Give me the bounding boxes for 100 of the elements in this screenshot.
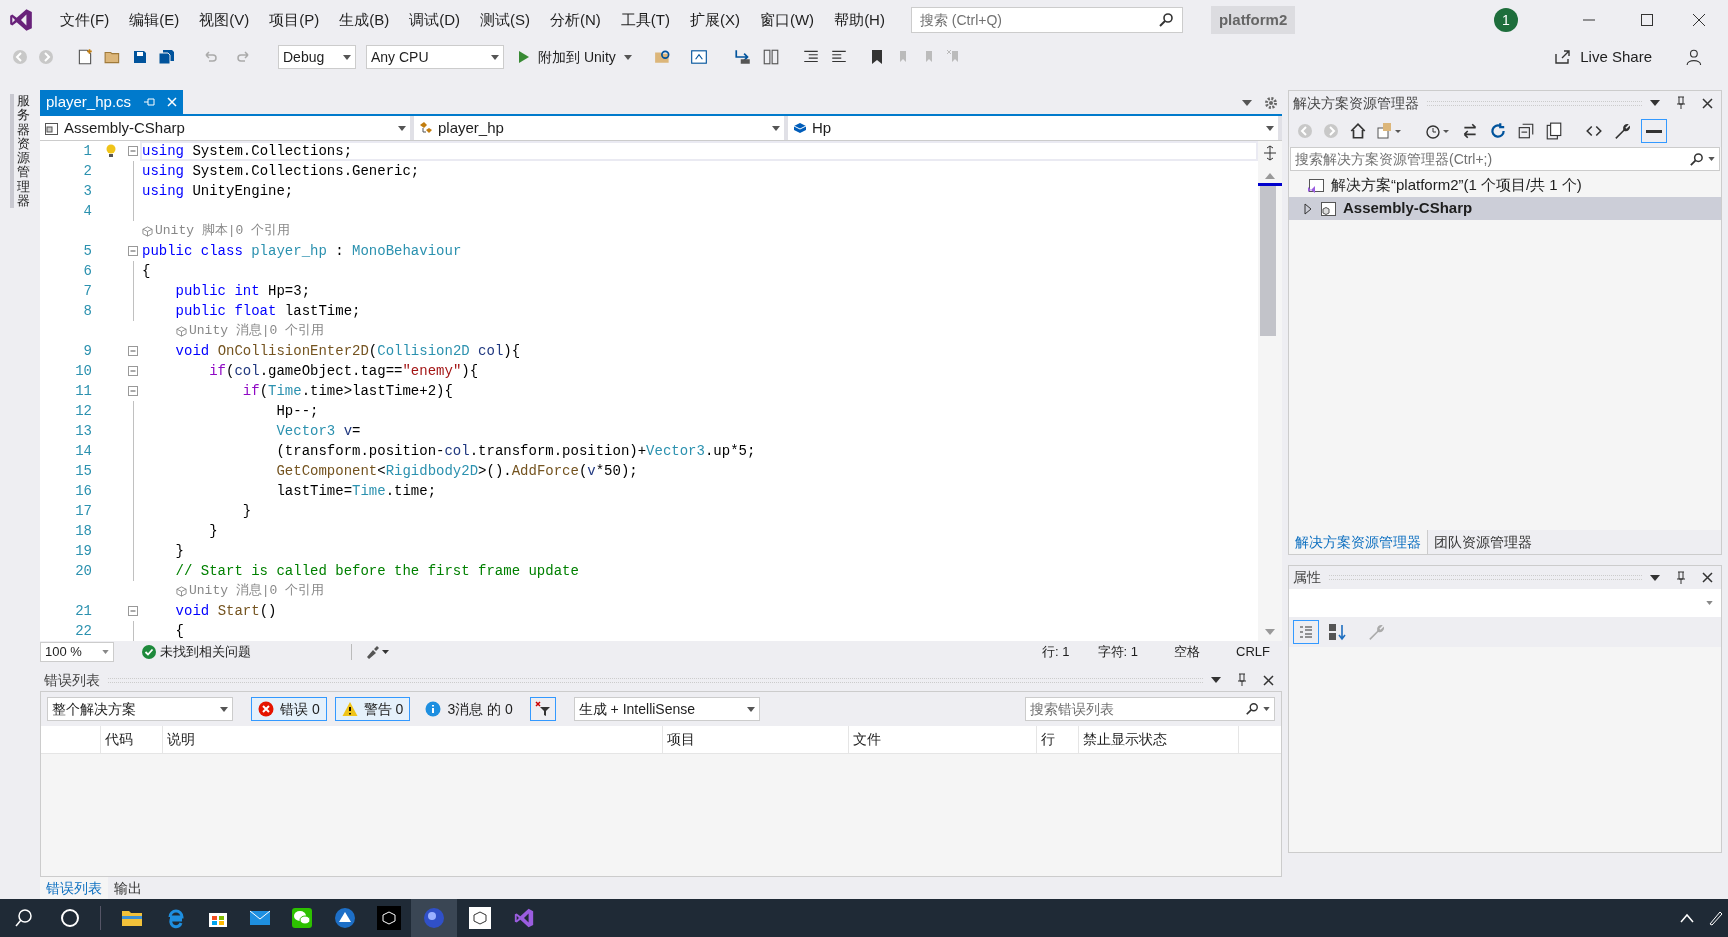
scroll-up-icon[interactable] bbox=[1265, 173, 1275, 179]
sort-alphabetical-icon[interactable] bbox=[1327, 623, 1347, 641]
error-filter-toggle[interactable]: 警告 0 bbox=[334, 697, 411, 721]
lightbulb-icon[interactable] bbox=[106, 144, 116, 158]
menu-item[interactable]: 项目(P) bbox=[259, 8, 330, 32]
panel-tab[interactable]: 团队资源管理器 bbox=[1428, 530, 1538, 554]
column-header[interactable]: 项目 bbox=[663, 726, 849, 753]
settings-icon[interactable] bbox=[1264, 96, 1278, 110]
menu-item[interactable]: 工具(T) bbox=[610, 8, 680, 32]
source-dropdown[interactable]: 生成 + IntelliSense bbox=[573, 697, 760, 721]
menu-item[interactable]: 帮助(H) bbox=[824, 8, 895, 32]
menu-item[interactable]: 文件(F) bbox=[50, 8, 120, 32]
collapse-icon[interactable] bbox=[128, 246, 138, 256]
close-icon[interactable] bbox=[1702, 572, 1713, 583]
configuration-dropdown[interactable]: Debug bbox=[278, 45, 356, 69]
panel-tab[interactable]: 输出 bbox=[108, 877, 148, 899]
scroll-down-icon[interactable] bbox=[1265, 629, 1275, 635]
dropdown-caret-icon[interactable] bbox=[1242, 100, 1252, 106]
panel-tab[interactable]: 错误列表 bbox=[40, 877, 108, 899]
new-file-icon[interactable] bbox=[76, 48, 94, 66]
menu-item[interactable]: 测试(S) bbox=[470, 8, 540, 32]
maximize-icon[interactable] bbox=[1640, 13, 1654, 27]
sync-icon[interactable] bbox=[1461, 122, 1479, 140]
menu-item[interactable]: 扩展(X) bbox=[679, 8, 750, 32]
server-explorer-tab[interactable]: 服务器资源管理器 bbox=[10, 94, 30, 209]
mail-icon[interactable] bbox=[249, 909, 271, 927]
codelens-link[interactable]: Unity 消息|0 个引用 bbox=[189, 581, 325, 601]
collapse-icon[interactable] bbox=[128, 346, 138, 356]
error-search-box[interactable]: 搜索错误列表 bbox=[1025, 697, 1275, 721]
history-icon[interactable] bbox=[1425, 122, 1451, 140]
close-icon[interactable] bbox=[1692, 13, 1706, 27]
collapse-all-icon[interactable] bbox=[1517, 122, 1535, 140]
visual-studio-icon[interactable] bbox=[513, 907, 535, 929]
column-header[interactable]: 文件 bbox=[849, 726, 1037, 753]
split-editor-icon[interactable] bbox=[1262, 145, 1278, 161]
pin-icon[interactable] bbox=[1676, 570, 1686, 585]
dropdown-caret-icon[interactable] bbox=[1650, 574, 1660, 581]
collapse-icon[interactable] bbox=[128, 386, 138, 396]
issues-status[interactable]: 未找到相关问题 bbox=[160, 642, 251, 662]
whitespace-indicator[interactable]: 空格 bbox=[1174, 642, 1201, 662]
scrollbar-thumb[interactable] bbox=[1260, 186, 1276, 336]
column-header[interactable]: 行 bbox=[1037, 726, 1079, 753]
home-icon[interactable] bbox=[1349, 122, 1367, 140]
pin-icon[interactable] bbox=[1676, 96, 1686, 110]
refresh-icon[interactable] bbox=[1489, 122, 1507, 140]
filter-toggle-button[interactable] bbox=[529, 697, 556, 721]
cortana-icon[interactable] bbox=[60, 908, 80, 928]
tree-item[interactable]: Assembly-CSharp bbox=[1289, 197, 1721, 220]
column-header[interactable]: 禁止显示状态 bbox=[1079, 726, 1239, 753]
chat-bubbles-icon[interactable] bbox=[291, 907, 313, 929]
solution-search-box[interactable]: 搜索解决方案资源管理器(Ctrl+;) bbox=[1290, 147, 1720, 171]
chevron-up-icon[interactable] bbox=[1680, 913, 1694, 923]
vertical-scrollbar[interactable] bbox=[1258, 141, 1282, 641]
scope-dropdown[interactable]: 整个解决方案 bbox=[47, 697, 233, 721]
categorized-icon[interactable] bbox=[1293, 620, 1319, 644]
columns-icon[interactable] bbox=[761, 48, 780, 66]
menu-item[interactable]: 分析(N) bbox=[540, 8, 611, 32]
bookmark-icon[interactable] bbox=[869, 49, 884, 65]
navigation-dropdown[interactable]: player_hp bbox=[414, 116, 788, 140]
search-input[interactable]: 搜索 (Ctrl+Q) bbox=[911, 8, 1158, 32]
live-share-button[interactable]: Live Share bbox=[1554, 45, 1652, 69]
close-icon[interactable] bbox=[1702, 97, 1713, 109]
column-header[interactable]: 代码 bbox=[101, 726, 163, 753]
find-in-files-icon[interactable] bbox=[653, 48, 672, 66]
attach-to-unity-button[interactable]: 附加到 Unity bbox=[514, 45, 636, 69]
collapse-icon[interactable] bbox=[128, 606, 138, 616]
collapse-icon[interactable] bbox=[128, 146, 138, 156]
solution-search-input[interactable]: 搜索解决方案资源管理器(Ctrl+;) bbox=[1291, 148, 1685, 170]
brush-icon[interactable] bbox=[364, 645, 390, 659]
dropdown-caret-icon[interactable] bbox=[1211, 677, 1221, 683]
menu-item[interactable]: 编辑(E) bbox=[119, 8, 190, 32]
copy-icon[interactable] bbox=[1545, 122, 1563, 140]
search-icon[interactable] bbox=[14, 908, 34, 928]
platform-dropdown[interactable]: Any CPU bbox=[366, 45, 504, 69]
codelens-link[interactable]: Unity 脚本|0 个引用 bbox=[155, 221, 291, 241]
menu-item[interactable]: 调试(D) bbox=[399, 8, 470, 32]
menu-item[interactable]: 视图(V) bbox=[189, 8, 260, 32]
app-circle-icon[interactable] bbox=[333, 906, 357, 930]
switch-views-icon[interactable] bbox=[1377, 122, 1403, 140]
error-search-input[interactable]: 搜索错误列表 bbox=[1026, 698, 1241, 720]
window-icon[interactable] bbox=[689, 48, 708, 66]
error-filter-toggle[interactable]: 错误 0 bbox=[251, 697, 327, 721]
navigation-dropdown[interactable]: Assembly-CSharp bbox=[40, 116, 414, 140]
preview-toggle-icon[interactable] bbox=[1641, 119, 1667, 143]
wrench-icon[interactable] bbox=[1613, 122, 1631, 140]
notification-badge[interactable]: 1 bbox=[1494, 8, 1518, 32]
line-ending-indicator[interactable]: CRLF bbox=[1236, 642, 1270, 662]
codelens-link[interactable]: Unity 消息|0 个引用 bbox=[189, 321, 325, 341]
tree-item[interactable]: 解决方案“platform2”(1 个项目/共 1 个) bbox=[1289, 174, 1721, 197]
save-icon[interactable] bbox=[132, 49, 148, 65]
pen-icon[interactable] bbox=[1708, 910, 1724, 926]
panel-tab[interactable]: 解决方案资源管理器 bbox=[1289, 530, 1428, 554]
menu-item[interactable]: 生成(B) bbox=[329, 8, 400, 32]
pin-icon[interactable] bbox=[1237, 673, 1247, 687]
dropdown-caret-icon[interactable] bbox=[1650, 100, 1660, 106]
menu-item[interactable]: 窗口(W) bbox=[749, 8, 825, 32]
step-icon[interactable] bbox=[733, 48, 752, 66]
search-box[interactable]: 搜索 (Ctrl+Q) bbox=[910, 7, 1183, 33]
file-explorer-icon[interactable] bbox=[121, 908, 143, 928]
feedback-person-icon[interactable] bbox=[1686, 48, 1704, 66]
